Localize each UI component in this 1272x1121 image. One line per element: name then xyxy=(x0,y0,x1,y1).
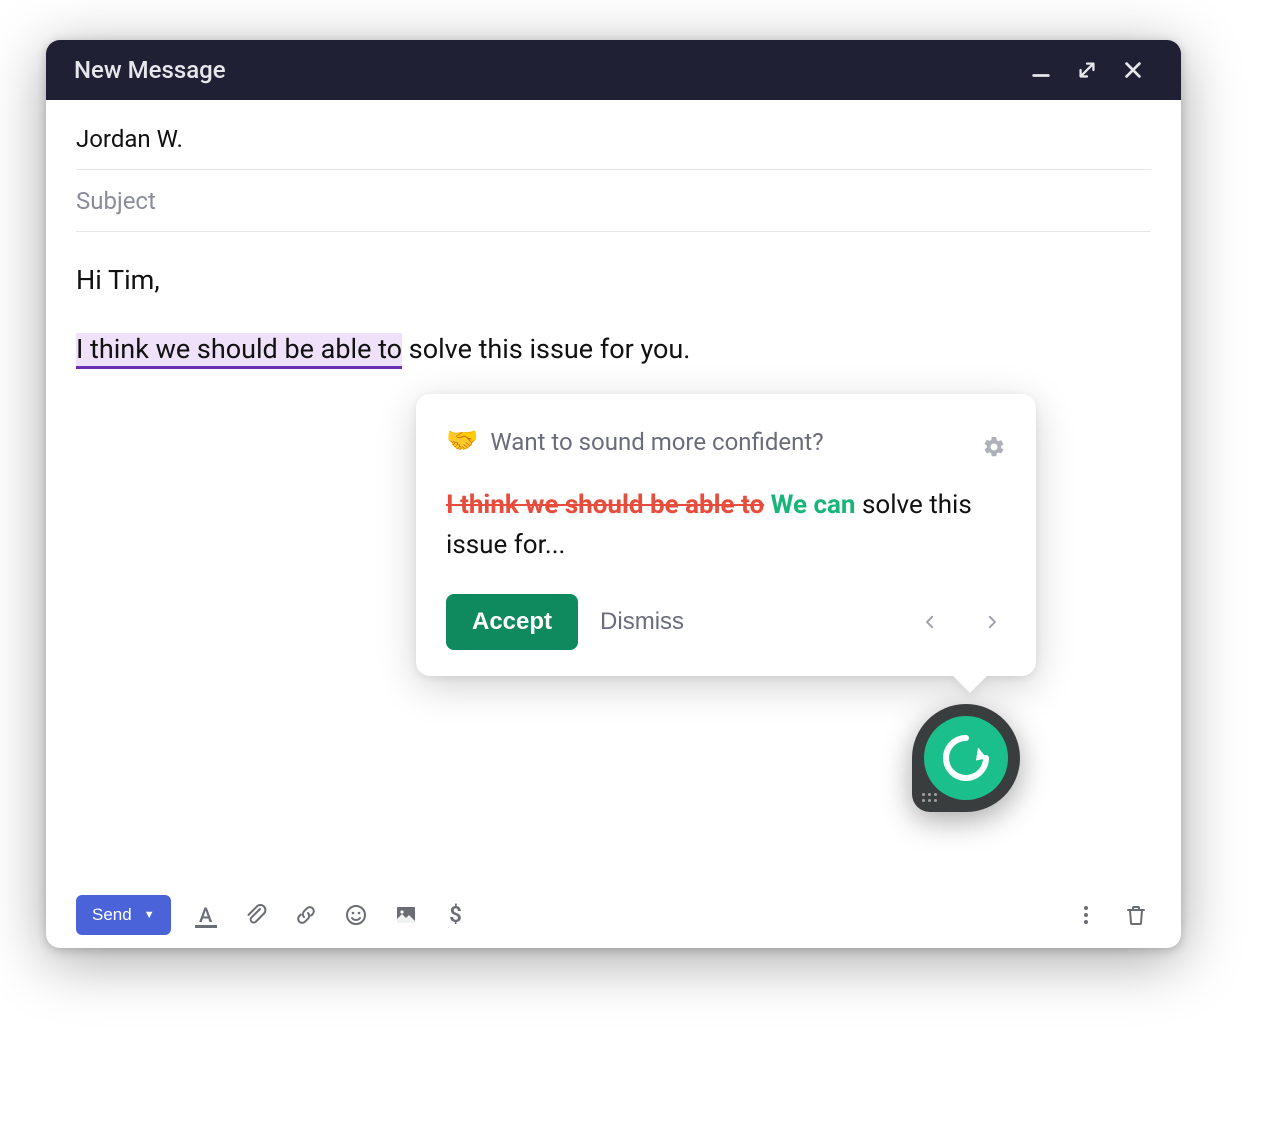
suggestion-settings-button[interactable] xyxy=(982,430,1006,454)
next-suggestion-button[interactable] xyxy=(978,608,1006,636)
suggestion-body: I think we should be able to We can solv… xyxy=(446,485,1006,566)
subject-field[interactable]: Subject xyxy=(76,170,1151,232)
emoji-icon xyxy=(344,903,368,927)
compose-toolbar: Send ▼ A $ xyxy=(46,882,1181,948)
insert-emoji-button[interactable] xyxy=(341,900,371,930)
minimize-icon xyxy=(1030,59,1052,81)
titlebar: New Message xyxy=(46,40,1181,100)
suggestion-actions: Accept Dismiss xyxy=(446,594,1006,650)
grammarly-suggestion-card: 🤝 Want to sound more confident? I think … xyxy=(416,394,1036,676)
suggestion-replacement-text: We can xyxy=(771,490,856,520)
to-field[interactable]: Jordan W. xyxy=(76,108,1151,170)
grammarly-icon xyxy=(924,716,1008,800)
grammarly-badge[interactable] xyxy=(912,704,1020,812)
suggestion-nav xyxy=(916,608,1006,636)
body-sentence: I think we should be able to solve this … xyxy=(76,329,1151,370)
prev-suggestion-button[interactable] xyxy=(916,608,944,636)
send-button[interactable]: Send ▼ xyxy=(76,895,171,935)
discard-button[interactable] xyxy=(1121,900,1151,930)
paperclip-icon xyxy=(244,903,268,927)
window-title: New Message xyxy=(74,56,1015,84)
card-tail xyxy=(953,659,987,693)
gear-icon xyxy=(982,435,1006,459)
send-dropdown-caret-icon: ▼ xyxy=(144,909,155,921)
subject-placeholder: Subject xyxy=(76,187,156,215)
compose-window: New Message Jordan W. Subject Hi Tim, I … xyxy=(46,40,1181,948)
suggestion-title: Want to sound more confident? xyxy=(490,424,982,460)
text-format-icon: A xyxy=(199,905,212,925)
body-greeting: Hi Tim, xyxy=(76,260,1151,301)
expand-icon xyxy=(1076,59,1098,81)
close-icon xyxy=(1122,59,1144,81)
attach-button[interactable] xyxy=(241,900,271,930)
handshake-emoji: 🤝 xyxy=(446,422,478,461)
suggestion-strike-text: I think we should be able to xyxy=(446,490,764,520)
insert-link-button[interactable] xyxy=(291,900,321,930)
send-label: Send xyxy=(92,905,132,925)
suggestion-header: 🤝 Want to sound more confident? xyxy=(446,422,1006,461)
to-value: Jordan W. xyxy=(76,125,183,153)
chevron-right-icon xyxy=(983,613,1001,631)
image-icon xyxy=(394,903,418,927)
drag-handle-icon xyxy=(922,793,937,802)
more-options-button[interactable] xyxy=(1071,900,1101,930)
minimize-button[interactable] xyxy=(1021,50,1061,90)
highlighted-phrase[interactable]: I think we should be able to xyxy=(76,333,402,369)
expand-button[interactable] xyxy=(1067,50,1107,90)
close-button[interactable] xyxy=(1113,50,1153,90)
accept-button[interactable]: Accept xyxy=(446,594,578,650)
link-icon xyxy=(294,903,318,927)
trash-icon xyxy=(1124,903,1148,927)
insert-image-button[interactable] xyxy=(391,900,421,930)
sentence-rest: solve this issue for you. xyxy=(402,333,690,365)
insert-money-button[interactable]: $ xyxy=(441,900,471,930)
header-fields: Jordan W. Subject xyxy=(46,100,1181,232)
more-vert-icon xyxy=(1074,903,1098,927)
dollar-icon: $ xyxy=(449,903,462,928)
chevron-left-icon xyxy=(921,613,939,631)
message-body[interactable]: Hi Tim, I think we should be able to sol… xyxy=(46,232,1181,882)
dismiss-button[interactable]: Dismiss xyxy=(600,608,684,636)
text-format-button[interactable]: A xyxy=(191,900,221,930)
